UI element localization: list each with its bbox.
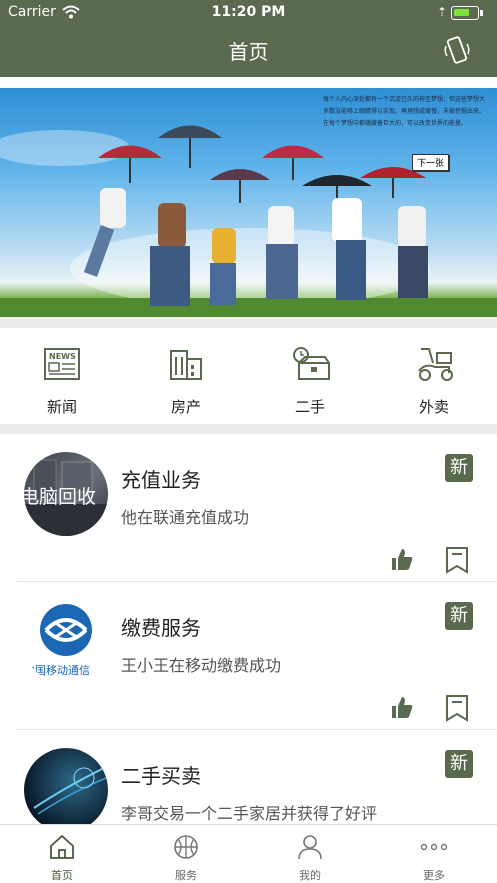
tab-more[interactable]: 更多	[372, 825, 496, 883]
header-spacer	[0, 77, 497, 88]
battery-icon	[451, 6, 479, 20]
tab-label: 服务	[175, 869, 197, 882]
charging-icon: ⇡	[436, 5, 447, 19]
banner-next-button[interactable]: 下一张	[411, 154, 449, 171]
user-icon	[298, 835, 322, 860]
section-spacer	[0, 317, 497, 328]
category-label: 房产	[170, 398, 201, 416]
bookmark-icon[interactable]	[445, 546, 469, 574]
secondhand-icon	[293, 347, 330, 380]
tab-home[interactable]: 首页	[0, 825, 124, 883]
status-time: 11:20 PM	[211, 4, 286, 20]
svg-text:NEWS: NEWS	[49, 352, 76, 361]
item-title: 充值业务	[121, 468, 201, 492]
category-row: NEWS 新闻 房产 二手 外卖	[0, 328, 497, 424]
avatar: 电脑回收	[24, 452, 108, 536]
banner-carousel[interactable]: 每个人内心深处都有一个沉淀已久的神圣梦想，但这些梦想大多数没能够上眼睛得以实现。…	[0, 88, 497, 317]
list-item[interactable]: 中国移动通信 缴费服务 王小王在移动缴费成功 新	[0, 582, 497, 730]
page-title: 首页	[228, 40, 269, 64]
scooter-icon	[418, 348, 453, 381]
banner-caption: 每个人内心深处都有一个沉淀已久的神圣梦想，但这些梦想大多数没能够上眼睛得以实现。…	[323, 96, 486, 127]
category-realestate[interactable]: 房产	[124, 328, 248, 424]
avatar: 中国移动通信	[24, 600, 108, 684]
item-subtitle: 王小王在移动缴费成功	[121, 656, 282, 675]
battery-fill	[454, 9, 469, 16]
category-label: 外卖	[418, 398, 449, 416]
news-icon: NEWS	[44, 348, 80, 380]
like-icon[interactable]	[390, 694, 414, 720]
avatar-caption: 中国移动通信	[24, 664, 90, 677]
avatar-image	[33, 767, 107, 815]
new-badge: 新	[445, 750, 473, 778]
item-subtitle: 他在联通充值成功	[121, 508, 250, 527]
avatar	[24, 748, 108, 824]
like-icon[interactable]	[390, 546, 414, 572]
tab-label: 我的	[299, 869, 321, 882]
basketball-icon	[174, 835, 198, 859]
building-icon	[170, 350, 202, 380]
new-badge: 新	[445, 454, 473, 482]
more-icon	[420, 843, 448, 851]
tab-bar: 首页 服务 我的 更多	[0, 824, 497, 883]
tab-label: 首页	[51, 869, 73, 882]
avatar-caption: 电脑回收	[24, 486, 97, 508]
item-title: 缴费服务	[121, 616, 201, 640]
battery-tip	[480, 10, 483, 16]
tab-label: 更多	[423, 869, 445, 882]
bookmark-icon[interactable]	[445, 694, 469, 722]
phone-shake-icon[interactable]	[443, 36, 471, 66]
tab-service[interactable]: 服务	[124, 825, 248, 883]
list-item[interactable]: 电脑回收 充值业务 他在联通充值成功 新	[0, 434, 497, 582]
section-spacer	[0, 424, 497, 434]
item-subtitle: 李哥交易一个二手家居并获得了好评	[121, 804, 378, 823]
category-label: 二手	[294, 398, 325, 416]
category-takeout[interactable]: 外卖	[372, 328, 496, 424]
umbrella-group	[98, 125, 426, 203]
new-badge: 新	[445, 602, 473, 630]
item-title: 二手买卖	[121, 764, 201, 788]
status-bar: Carrier 11:20 PM ⇡	[0, 0, 497, 26]
news-feed-list: 电脑回收 充值业务 他在联通充值成功 新 中国移动通信 缴费服务 王小王在移动缴…	[0, 434, 497, 824]
category-label: 新闻	[46, 398, 77, 416]
category-secondhand[interactable]: 二手	[248, 328, 372, 424]
list-item[interactable]: 二手买卖 李哥交易一个二手家居并获得了好评 新	[0, 730, 497, 824]
tab-profile[interactable]: 我的	[248, 825, 372, 883]
app-header: Carrier 11:20 PM ⇡ 首页	[0, 0, 497, 77]
home-icon	[50, 834, 74, 859]
category-news[interactable]: NEWS 新闻	[0, 328, 124, 424]
